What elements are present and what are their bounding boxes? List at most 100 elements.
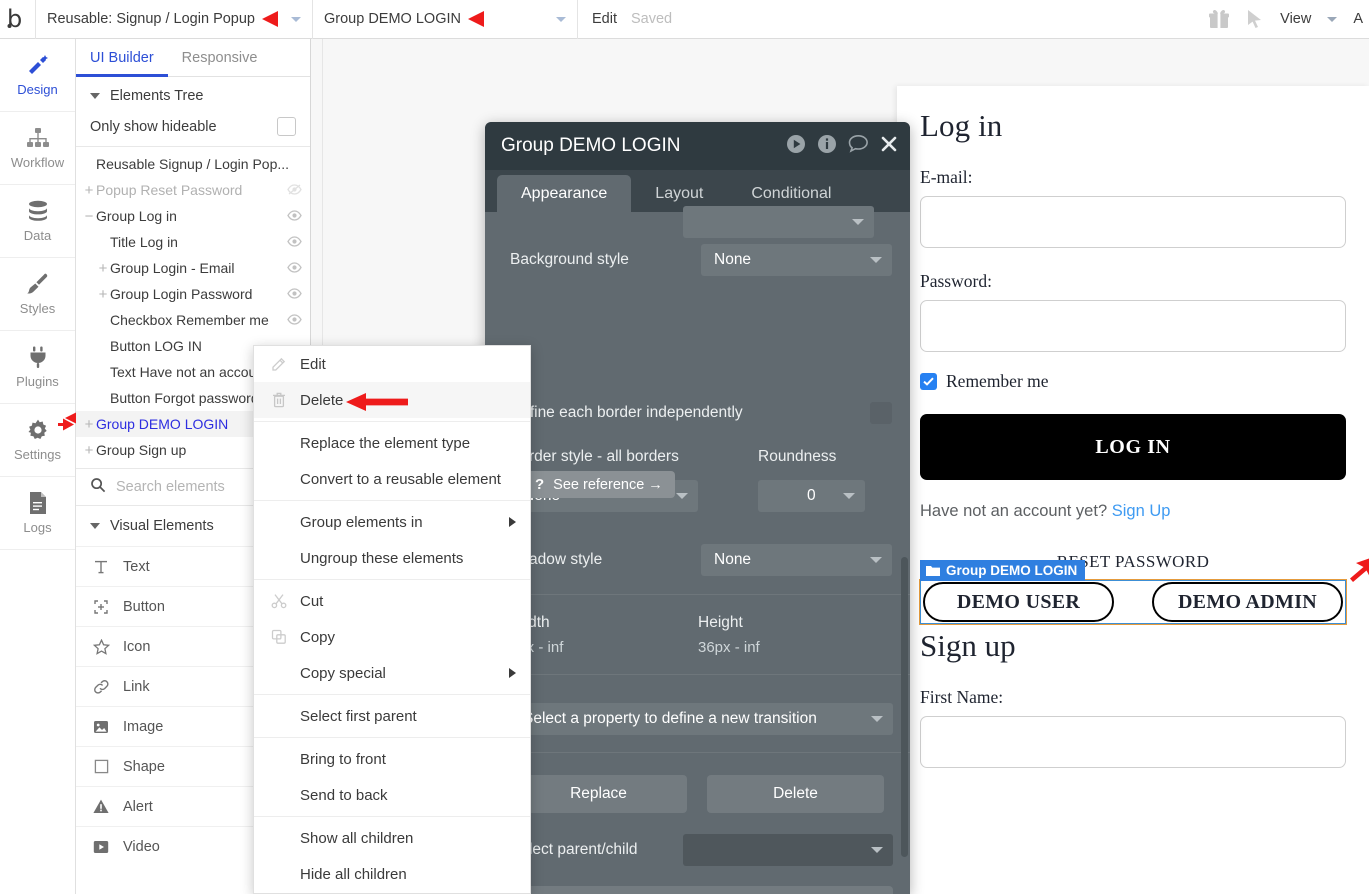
background-style-select[interactable]: None xyxy=(701,244,892,276)
context-menu-item-edit[interactable]: Edit xyxy=(254,346,530,382)
info-circle-icon[interactable] xyxy=(817,134,837,159)
tree-item-group-login-email[interactable]: + Group Login - Email xyxy=(76,255,310,281)
text-t-icon xyxy=(92,559,110,575)
email-input[interactable] xyxy=(920,196,1346,248)
context-menu-item-bring-to-front[interactable]: Bring to front xyxy=(254,741,530,777)
tree-item-label: Group Log in xyxy=(96,208,177,224)
tab-responsive[interactable]: Responsive xyxy=(168,39,272,77)
tree-item-label: Group Login Password xyxy=(110,286,253,302)
edit-button[interactable]: Edit xyxy=(578,11,631,27)
shadow-style-select[interactable]: None xyxy=(701,544,892,576)
context-menu-item-show-all-children[interactable]: Show all children xyxy=(254,820,530,856)
group-demo-login-selection[interactable]: Group DEMO LOGIN DEMO USER DEMO ADMIN xyxy=(919,558,1369,625)
context-menu-item-label: Ungroup these elements xyxy=(300,549,464,567)
context-menu-item-send-to-back[interactable]: Send to back xyxy=(254,777,530,813)
sidebar-label-styles: Styles xyxy=(19,301,56,316)
breadcrumb-page[interactable]: Reusable: Signup / Login Popup xyxy=(36,0,313,39)
elements-tree-header[interactable]: Elements Tree xyxy=(76,77,310,115)
elements-tree-label: Elements Tree xyxy=(110,88,204,104)
context-menu-item-cut[interactable]: Cut xyxy=(254,583,530,619)
tree-item-label: Checkbox Remember me xyxy=(110,312,269,328)
context-menu-item-label: Convert to a reusable element xyxy=(300,470,501,488)
define-each-border-checkbox[interactable] xyxy=(870,402,892,424)
chevron-down-icon-page[interactable] xyxy=(291,16,301,22)
eye-visible-icon[interactable] xyxy=(287,208,302,224)
panel-tabs: UI Builder Responsive xyxy=(76,39,310,77)
visual-element-label: Video xyxy=(123,838,160,855)
only-show-hideable-checkbox[interactable] xyxy=(277,117,296,136)
tree-item-reusable-signup-login-pop[interactable]: Reusable Signup / Login Pop... xyxy=(76,151,310,177)
sign-up-link[interactable]: Sign Up xyxy=(1112,502,1171,520)
reveal-in-elements-tree-button[interactable]: Reveal in the Elements tree xyxy=(510,886,893,894)
transition-select[interactable]: Select a property to define a new transi… xyxy=(510,703,893,735)
trailing-menu-label[interactable]: A xyxy=(1353,11,1363,27)
context-menu-item-copy-special[interactable]: Copy special xyxy=(254,655,530,691)
sidebar-item-data[interactable]: Data xyxy=(0,185,75,258)
remember-me-row[interactable]: Remember me xyxy=(920,371,1346,392)
roundness-select[interactable]: 0 xyxy=(758,480,865,512)
close-x-icon[interactable] xyxy=(880,135,898,158)
context-menu-item-delete[interactable]: Delete xyxy=(254,382,530,418)
delete-button[interactable]: Delete xyxy=(707,775,884,813)
see-reference-tooltip[interactable]: ? See reference → xyxy=(523,471,675,498)
sidebar-item-plugins[interactable]: Plugins xyxy=(0,331,75,404)
replace-button[interactable]: Replace xyxy=(510,775,687,813)
eye-hidden-icon[interactable] xyxy=(287,182,302,198)
remember-me-checkbox[interactable] xyxy=(920,373,937,390)
log-in-button[interactable]: LOG IN xyxy=(920,414,1346,480)
context-menu-item-ungroup-these-elements[interactable]: Ungroup these elements xyxy=(254,540,530,576)
only-show-hideable-row[interactable]: Only show hideable xyxy=(76,115,310,147)
dialog-scrollbar[interactable] xyxy=(901,557,908,857)
sidebar-item-styles[interactable]: Styles xyxy=(0,258,75,331)
expand-plus-icon[interactable]: + xyxy=(82,442,96,459)
gift-icon[interactable] xyxy=(1208,8,1230,30)
sidebar-item-workflow[interactable]: Workflow xyxy=(0,112,75,185)
expand-plus-icon[interactable]: + xyxy=(82,416,96,433)
breadcrumb-element[interactable]: Group DEMO LOGIN xyxy=(313,0,578,39)
password-input[interactable] xyxy=(920,300,1346,352)
chevron-down-icon-element[interactable] xyxy=(556,16,566,22)
tree-item-label: Reusable Signup / Login Pop... xyxy=(96,156,290,172)
context-menu-item-replace-the-element-type[interactable]: Replace the element type xyxy=(254,425,530,461)
select-parent-child-select[interactable] xyxy=(683,834,893,866)
context-menu-item-group-elements-in[interactable]: Group elements in xyxy=(254,504,530,540)
first-name-input[interactable] xyxy=(920,716,1346,768)
chevron-down-icon-view[interactable] xyxy=(1327,16,1338,22)
play-circle-icon[interactable] xyxy=(786,134,806,159)
context-menu-item-hide-all-children[interactable]: Hide all children xyxy=(254,856,530,892)
sidebar-item-settings[interactable]: Settings xyxy=(0,404,77,477)
eye-visible-icon[interactable] xyxy=(287,234,302,250)
tree-item-popup-reset-password[interactable]: + Popup Reset Password xyxy=(76,177,310,203)
sidebar-item-logs[interactable]: Logs xyxy=(0,477,75,550)
context-menu-item-copy[interactable]: Copy xyxy=(254,619,530,655)
eye-visible-icon[interactable] xyxy=(287,286,302,302)
cursor-icon[interactable] xyxy=(1246,9,1264,29)
context-menu-item-label: Select first parent xyxy=(300,707,417,725)
context-menu-item-convert-to-a-reusable-element[interactable]: Convert to a reusable element xyxy=(254,461,530,497)
context-menu-item-select-first-parent[interactable]: Select first parent xyxy=(254,698,530,734)
tree-item-group-login-password[interactable]: + Group Login Password xyxy=(76,281,310,307)
demo-admin-button[interactable]: DEMO ADMIN xyxy=(1152,582,1343,622)
breadcrumb-element-label: Group DEMO LOGIN xyxy=(324,11,461,27)
demo-user-button[interactable]: DEMO USER xyxy=(923,582,1114,622)
collapse-minus-icon[interactable]: − xyxy=(82,208,96,225)
tab-appearance[interactable]: Appearance xyxy=(497,175,632,212)
tree-item-title-log-in[interactable]: Title Log in xyxy=(76,229,310,255)
tree-item-group-log-in[interactable]: − Group Log in xyxy=(76,203,310,229)
sidebar-item-design[interactable]: Design xyxy=(0,39,75,112)
expand-plus-icon[interactable]: + xyxy=(96,260,110,277)
view-menu-label[interactable]: View xyxy=(1280,11,1311,27)
tree-item-label: Title Log in xyxy=(110,234,178,250)
copy-icon xyxy=(270,629,288,645)
tree-item-checkbox-remember-me[interactable]: Checkbox Remember me xyxy=(76,307,310,333)
comment-bubble-icon[interactable] xyxy=(848,134,869,158)
tab-ui-builder[interactable]: UI Builder xyxy=(76,39,168,77)
chevron-down-icon-border xyxy=(676,493,688,499)
eye-visible-icon[interactable] xyxy=(287,260,302,276)
expand-plus-icon[interactable]: + xyxy=(96,286,110,303)
bubble-logo-icon[interactable]: b xyxy=(0,0,36,39)
eye-visible-icon[interactable] xyxy=(287,312,302,328)
scrolled-select-partial[interactable] xyxy=(683,206,874,238)
expand-plus-icon[interactable]: + xyxy=(82,182,96,199)
bubble-editor-window: b Reusable: Signup / Login Popup Group D… xyxy=(0,0,1369,894)
